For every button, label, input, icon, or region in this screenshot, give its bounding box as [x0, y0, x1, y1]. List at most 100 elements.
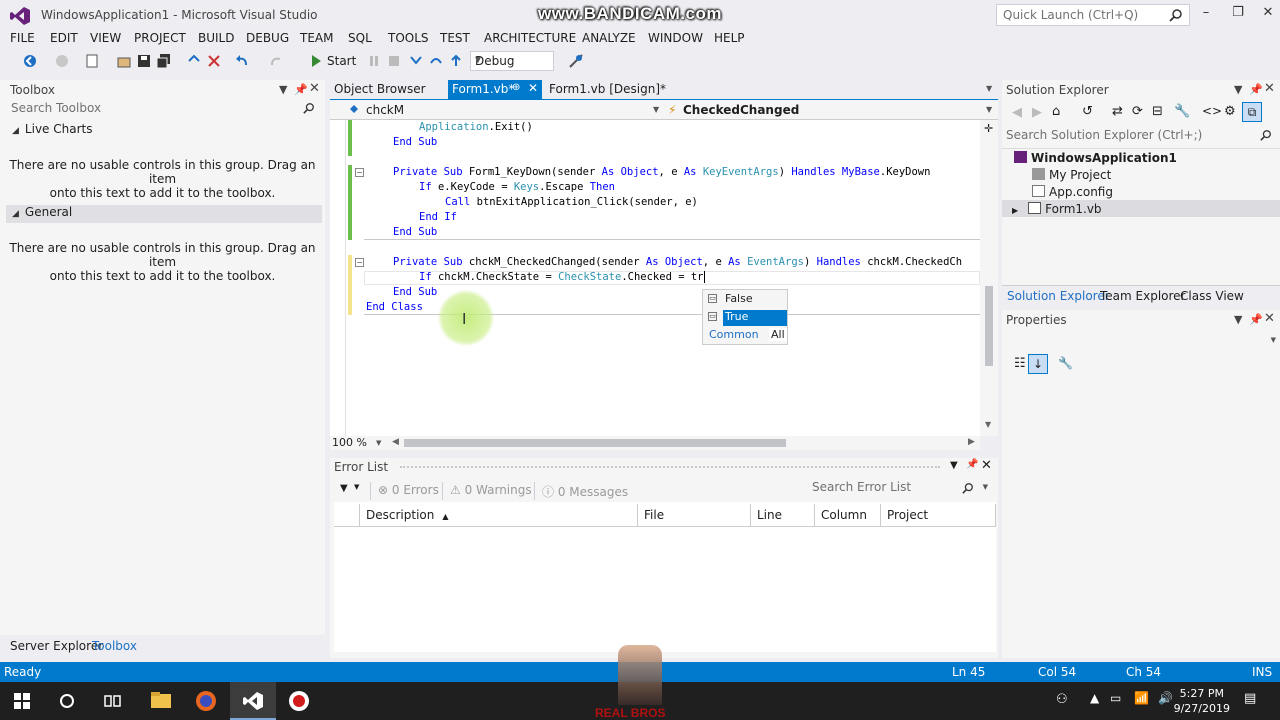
show-hidden-icons[interactable]: ▲	[1090, 691, 1099, 705]
configuration-select[interactable]: Debug ▼	[470, 51, 554, 71]
restore-icon[interactable]: ❐	[1228, 5, 1248, 23]
tab-toolbox[interactable]: Toolbox	[92, 639, 137, 653]
new-project-icon[interactable]	[84, 53, 100, 69]
errors-filter-button[interactable]: ⊗ 0 Errors	[378, 483, 439, 497]
settings-icon[interactable]: ⚙	[1224, 104, 1236, 119]
expand-icon[interactable]: ▶	[1012, 206, 1018, 215]
messages-filter-button[interactable]: ⓘ 0 Messages	[542, 483, 628, 500]
menu-tools[interactable]: TOOLS	[388, 31, 429, 45]
tab-all[interactable]: All	[769, 328, 787, 341]
tab-form1-design[interactable]: Form1.vb [Design]*	[545, 80, 670, 100]
close-icon[interactable]: ✕	[309, 81, 320, 96]
chevron-down-icon[interactable]: ▼	[1271, 336, 1276, 344]
find-in-files-icon[interactable]	[568, 53, 584, 69]
undo-close-icon[interactable]	[186, 53, 202, 69]
start-button[interactable]: Start	[327, 54, 356, 68]
preview-icon[interactable]: ⧉	[1242, 102, 1262, 122]
stop-icon[interactable]	[386, 53, 402, 69]
scroll-thumb[interactable]	[404, 439, 786, 447]
tree-item-my-project[interactable]: My Project	[1032, 168, 1111, 182]
undo-icon[interactable]	[234, 53, 250, 69]
column-header-description[interactable]: Description ▲	[360, 504, 638, 526]
collapse-icon[interactable]: −	[355, 168, 364, 177]
menu-analyze[interactable]: ANALYZE	[582, 31, 636, 45]
people-icon[interactable]: ⚇	[1056, 692, 1068, 707]
back-icon[interactable]: ◀	[1012, 105, 1022, 120]
battery-icon[interactable]: ▭	[1110, 691, 1121, 705]
error-list-search-input[interactable]: Search Error List ▼	[806, 477, 992, 499]
properties-icon[interactable]: 🔧	[1174, 104, 1190, 119]
file-explorer-icon[interactable]	[150, 691, 172, 709]
tree-item-form1[interactable]: ▶ Form1.vb	[1002, 200, 1280, 217]
toolbox-search-input[interactable]: Search Toolbox	[3, 98, 321, 120]
pin-icon[interactable]: 📌	[294, 83, 308, 96]
menu-project[interactable]: PROJECT	[134, 31, 186, 45]
visual-studio-taskbar-button[interactable]	[230, 682, 276, 720]
object-selector[interactable]: ▼	[1002, 332, 1280, 354]
categorized-icon[interactable]: ☷	[1014, 356, 1026, 371]
panel-dropdown-icon[interactable]: ▼	[1234, 313, 1242, 326]
pin-icon[interactable]: ⊕	[512, 82, 520, 93]
member-selector[interactable]: CheckedChanged	[683, 103, 799, 117]
chevron-down-icon[interactable]: ▼	[986, 84, 992, 93]
pin-icon[interactable]: 📌	[1249, 313, 1263, 326]
cortana-icon[interactable]	[59, 693, 75, 709]
clock[interactable]: 5:27 PM 9/27/2019	[1174, 686, 1230, 716]
tab-common[interactable]: Common	[709, 328, 759, 341]
chevron-down-icon[interactable]: ▼	[983, 483, 988, 491]
menu-edit[interactable]: EDIT	[50, 31, 78, 45]
menu-architecture[interactable]: ARCHITECTURE	[484, 31, 576, 45]
network-icon[interactable]: 📶	[1134, 691, 1149, 705]
history-icon[interactable]: ↺	[1082, 104, 1093, 119]
scroll-right-icon[interactable]: ▶	[968, 437, 975, 447]
menu-debug[interactable]: DEBUG	[246, 31, 289, 45]
forward-icon[interactable]: ▶	[1032, 105, 1042, 120]
class-selector[interactable]: chckM	[366, 103, 404, 117]
panel-dropdown-icon[interactable]: ▼	[279, 83, 287, 96]
scroll-thumb[interactable]	[985, 286, 993, 366]
filter-icon[interactable]: ▼	[340, 483, 348, 494]
sync-icon[interactable]: ⇄	[1112, 104, 1123, 119]
step-into-icon[interactable]	[408, 53, 424, 69]
save-icon[interactable]	[136, 53, 152, 69]
view-code-icon[interactable]: <>	[1202, 104, 1222, 118]
step-over-icon[interactable]	[428, 53, 444, 69]
menu-build[interactable]: BUILD	[198, 31, 234, 45]
pin-icon[interactable]: 📌	[1249, 83, 1263, 96]
menu-file[interactable]: FILE	[10, 31, 35, 45]
menu-team[interactable]: TEAM	[300, 31, 333, 45]
tree-item-app-config[interactable]: App.config	[1032, 185, 1113, 199]
warnings-filter-button[interactable]: ⚠ 0 Warnings	[450, 483, 532, 497]
chevron-down-icon[interactable]: ▼	[986, 105, 992, 114]
completion-item-false[interactable]: ▭ False	[703, 290, 787, 308]
column-header-column[interactable]: Column	[815, 504, 881, 526]
task-view-icon[interactable]	[104, 693, 122, 709]
close-window-icon[interactable]: ✕	[1258, 5, 1278, 23]
quick-launch-input[interactable]: Quick Launch (Ctrl+Q)	[996, 4, 1190, 26]
redo-close-icon[interactable]	[206, 53, 222, 69]
editor-vertical-scrollbar[interactable]: ✛ ▼	[980, 120, 998, 436]
refresh-icon[interactable]: ⟳	[1132, 104, 1143, 119]
toolbox-group-general[interactable]: ◢ General	[6, 205, 322, 223]
solution-search-input[interactable]: Search Solution Explorer (Ctrl+;)	[1002, 125, 1280, 147]
chevron-down-icon[interactable]: ▼	[653, 105, 659, 114]
pause-icon[interactable]	[366, 53, 382, 69]
minimize-icon[interactable]: –	[1196, 5, 1216, 23]
tab-server-explorer[interactable]: Server Explorer	[10, 639, 103, 653]
step-out-icon[interactable]	[448, 53, 464, 69]
tree-item-solution[interactable]: WindowsApplication1	[1014, 151, 1177, 165]
close-icon[interactable]: ✕	[1264, 311, 1275, 326]
notifications-icon[interactable]: ▤	[1244, 691, 1256, 706]
menu-sql[interactable]: SQL	[348, 31, 372, 45]
zoom-level[interactable]: 100 %	[332, 436, 367, 449]
save-all-icon[interactable]	[156, 53, 172, 69]
start-icon[interactable]	[308, 53, 324, 69]
menu-view[interactable]: VIEW	[90, 31, 121, 45]
collapse-all-icon[interactable]: ⊟	[1152, 104, 1163, 119]
redo-icon[interactable]	[268, 53, 284, 69]
menu-test[interactable]: TEST	[440, 31, 470, 45]
column-header-line[interactable]: Line	[751, 504, 815, 526]
close-icon[interactable]: ✕	[528, 81, 538, 95]
bandicam-icon[interactable]	[288, 690, 310, 712]
tab-team-explorer[interactable]: Team Explorer	[1100, 289, 1186, 303]
